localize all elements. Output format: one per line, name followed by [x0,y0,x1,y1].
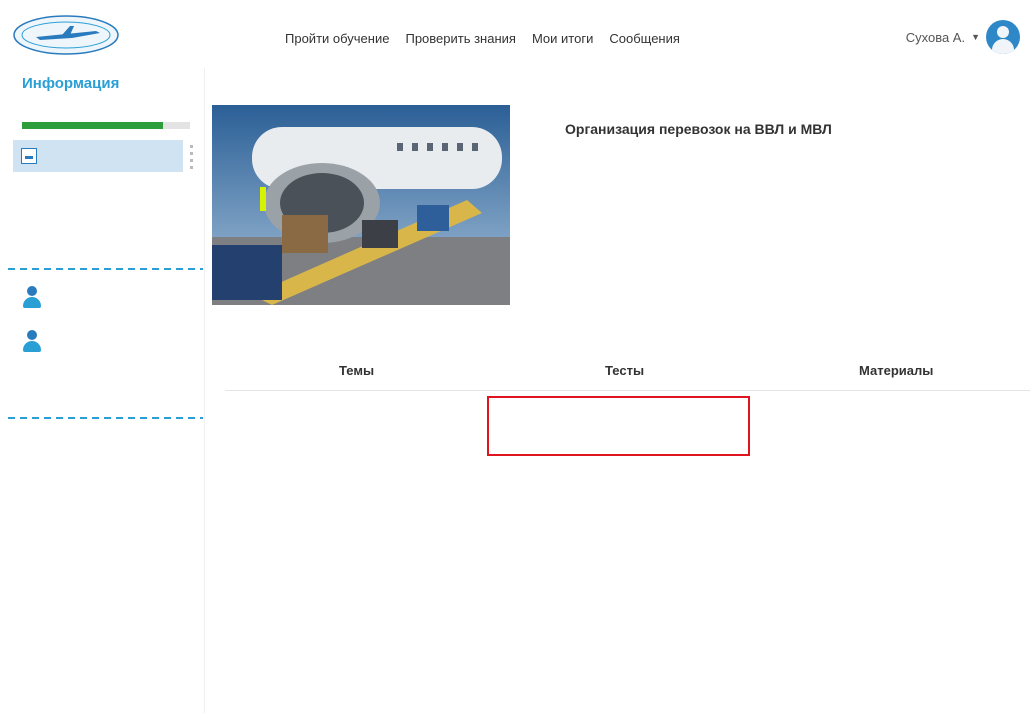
sidebar-info-title: Информация [22,75,120,92]
course-image [212,105,510,305]
chevron-down-icon: ▼ [971,32,980,42]
nav-check-knowledge[interactable]: Проверить знания [405,31,515,46]
sidebar-module-2[interactable] [22,229,192,248]
progress-bar-fill [22,122,164,129]
airline-logo[interactable] [10,12,122,63]
topic-item-3[interactable] [233,520,468,542]
topic-text [233,403,468,425]
vertical-dots-handle[interactable] [190,145,193,171]
user-name: Сухова А. [905,29,966,45]
my-results-button[interactable] [13,140,183,172]
support-person-icon [22,286,42,308]
breadcrumb[interactable] [212,86,412,95]
table-divider [225,390,1030,391]
help-person-icon [22,330,42,352]
col-head-topics[interactable]: Темы [339,363,374,378]
main-nav: Пройти обучение Проверить знания Мои ито… [285,31,680,46]
progress-bar [22,122,190,129]
sidebar-divider [8,268,203,270]
col-head-materials[interactable]: Материалы [859,363,933,378]
module-date [22,184,192,192]
topic-text [233,642,468,664]
highlighted-test-box [487,396,750,456]
topic-item-2[interactable] [233,463,468,485]
module-date [22,229,192,237]
avatar[interactable] [986,20,1020,54]
topic-text [233,585,468,607]
topic-text [233,463,468,485]
progress-caption [22,95,172,106]
topic-item-4[interactable] [233,585,468,607]
top-bar: Пройти обучение Проверить знания Мои ито… [0,0,1030,68]
module-name [22,237,192,248]
sidebar-link-help[interactable] [22,330,48,352]
sidebar-link-support[interactable] [22,286,48,308]
my-results-label [135,151,175,160]
topic-text [233,520,468,542]
user-menu[interactable]: Сухова А. ▼ [906,20,1020,54]
course-subtitle [565,156,665,165]
test-link[interactable] [499,406,739,439]
sidebar-text-link-2[interactable] [22,401,62,409]
results-icon [21,148,37,164]
course-title: Организация перевозок на ВВЛ и МВЛ [565,121,832,137]
nav-start-learning[interactable]: Пройти обучение [285,31,389,46]
module-name [22,192,192,203]
sidebar-divider [8,417,203,419]
topic-item-1[interactable] [233,403,468,425]
col-head-tests[interactable]: Тесты [605,363,644,378]
topic-item-5[interactable] [233,642,468,664]
sidebar-text-link-1[interactable] [22,373,62,381]
sidebar-module-1[interactable] [22,184,192,203]
nav-my-results[interactable]: Мои итоги [532,31,593,46]
logo-mark [13,15,119,55]
nav-messages[interactable]: Сообщения [609,31,680,46]
